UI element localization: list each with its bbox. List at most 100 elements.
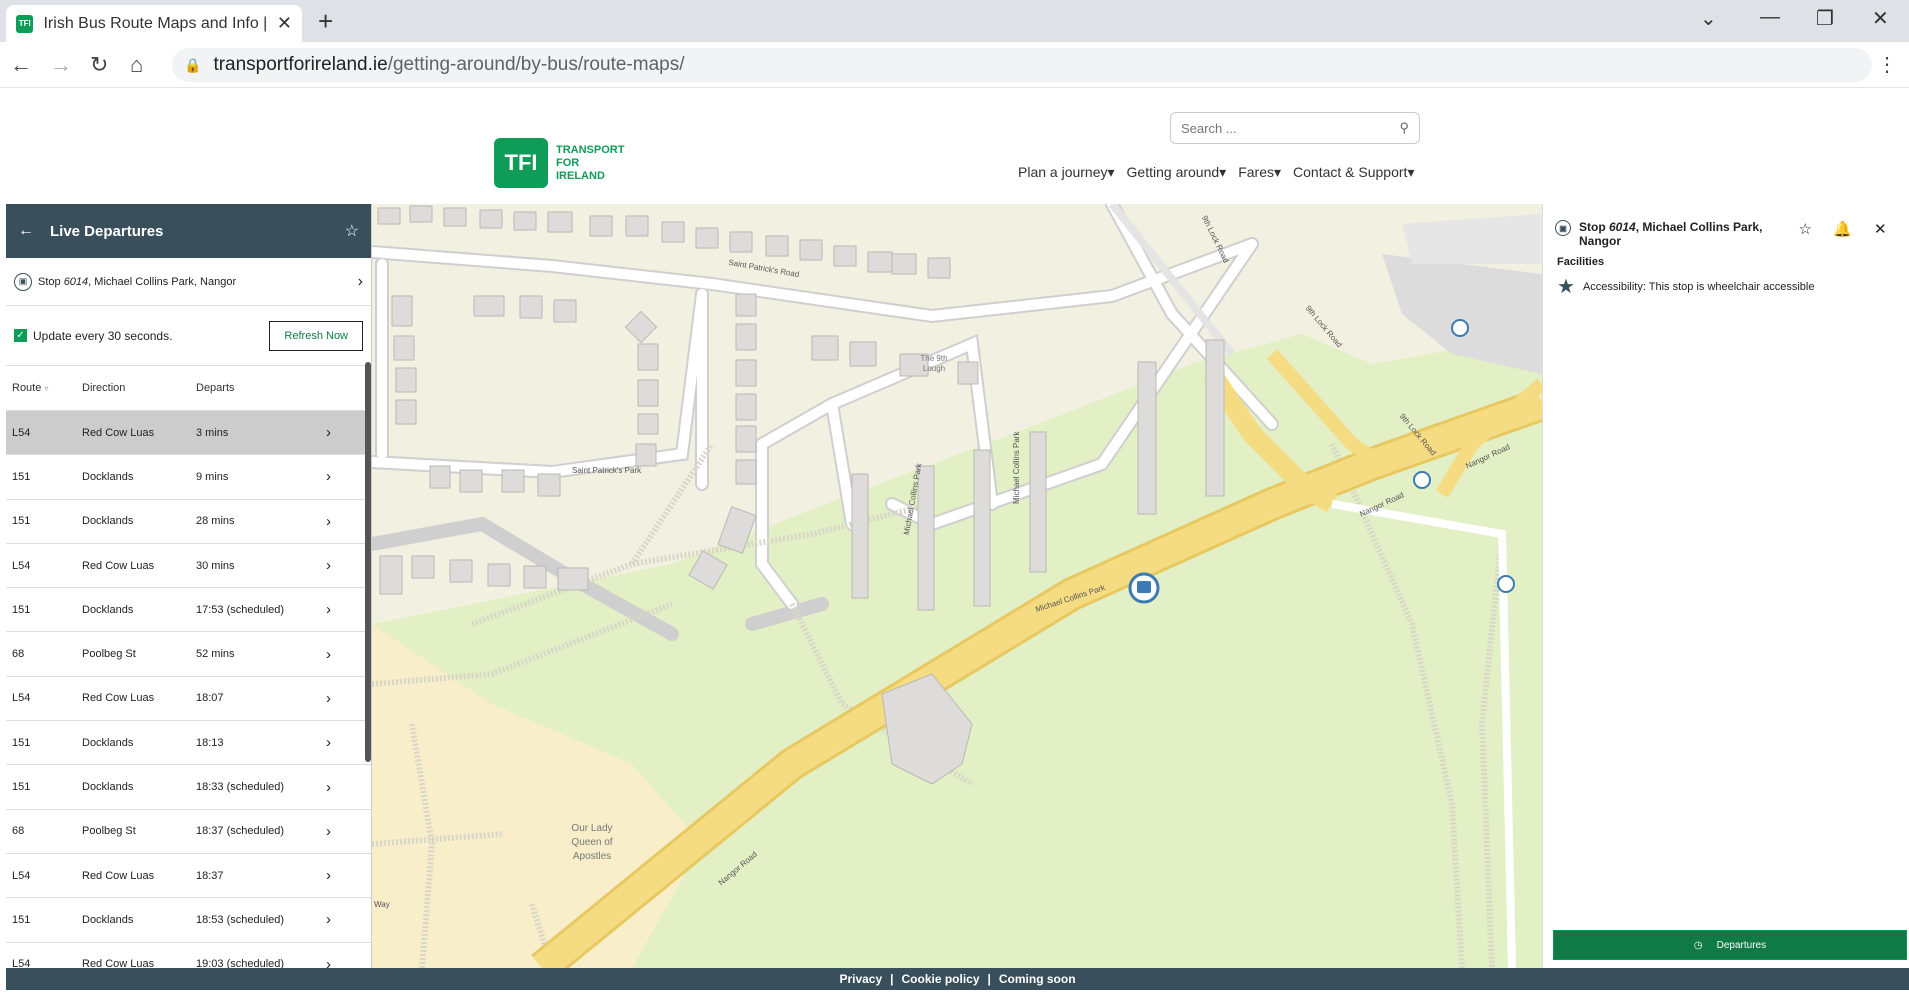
close-tab-icon[interactable]: ✕	[277, 13, 292, 34]
bell-icon[interactable]: 🔔	[1824, 220, 1862, 238]
nav-fares[interactable]: Fares▾	[1238, 164, 1281, 181]
departure-row[interactable]: 151 Docklands 18:33 (scheduled) ›	[6, 765, 371, 810]
departure-row[interactable]: 151 Docklands 18:53 (scheduled) ›	[6, 898, 371, 943]
facilities-heading: Facilities	[1557, 256, 1605, 268]
stop-name: , Michael Collins Park, Nangor	[88, 275, 237, 288]
search-icon[interactable]: ⚲	[1399, 120, 1409, 136]
nav-plan-journey[interactable]: Plan a journey▾	[1018, 164, 1115, 181]
stop-details-header: ▣ Stop 6014, Michael Collins Park, Nango…	[1543, 204, 1909, 256]
back-arrow-icon[interactable]: ←	[18, 222, 34, 240]
departure-direction: Docklands	[82, 736, 134, 749]
departure-row[interactable]: L54 Red Cow Luas 18:07 ›	[6, 677, 371, 722]
favourite-star-icon[interactable]: ☆	[345, 221, 359, 241]
cookie-policy-link[interactable]: Cookie policy	[902, 972, 980, 986]
tab-search-chevron-icon[interactable]: ⌄	[1700, 6, 1717, 31]
departure-direction: Red Cow Luas	[82, 869, 155, 882]
departure-route: L54	[12, 426, 31, 439]
privacy-link[interactable]: Privacy	[839, 972, 882, 986]
logo-line-1: TRANSPORT	[556, 143, 625, 156]
departures-list: L54 Red Cow Luas 3 mins › 151 Docklands 9 mins…	[6, 411, 371, 968]
departure-time: 9 mins	[196, 470, 229, 483]
close-icon[interactable]: ✕	[1861, 220, 1899, 238]
favourite-star-icon[interactable]: ☆	[1786, 220, 1824, 238]
departure-row[interactable]: 151 Docklands 9 mins ›	[6, 455, 371, 500]
departure-time: 3 mins	[196, 426, 229, 439]
departure-row[interactable]: 151 Docklands 17:53 (scheduled) ›	[6, 588, 371, 633]
departures-button[interactable]: ◷ Departures	[1553, 930, 1907, 960]
chevron-right-icon: ›	[326, 424, 331, 442]
logo-line-3: IRELAND	[556, 169, 605, 182]
browser-tab[interactable]: TFI Irish Bus Route Maps and Info | T ✕	[6, 5, 302, 42]
nav-getting-around[interactable]: Getting around▾	[1127, 164, 1227, 181]
departure-time: 18:33 (scheduled)	[196, 781, 285, 794]
departure-direction: Red Cow Luas	[82, 426, 155, 439]
departure-route: 68	[12, 825, 25, 838]
stop-title-prefix: Stop	[1579, 220, 1609, 234]
map-canvas	[372, 204, 1542, 968]
live-departures-header: ← Live Departures ☆	[6, 204, 371, 258]
departure-direction: Red Cow Luas	[82, 559, 155, 572]
departure-time: 18:53 (scheduled)	[196, 913, 285, 926]
departure-time: 18:37 (scheduled)	[196, 825, 285, 838]
address-bar-row: ← → ↻ ⌂ 🔒 transportforireland.ie/getting…	[0, 42, 1909, 88]
url-field[interactable]: 🔒 transportforireland.ie/getting-around/…	[172, 48, 1872, 82]
departure-direction: Red Cow Luas	[82, 692, 155, 705]
refresh-now-button[interactable]: Refresh Now	[269, 320, 363, 351]
minimize-icon[interactable]: —	[1760, 6, 1780, 29]
departure-row[interactable]: 68 Poolbeg St 18:37 (scheduled) ›	[6, 810, 371, 854]
route-column-header[interactable]: Route ▿	[6, 382, 82, 394]
accessibility-star-icon: ★	[1557, 276, 1575, 298]
stop-selector[interactable]: ▣ Stop 6014, Michael Collins Park, Nango…	[6, 258, 371, 306]
departure-direction: Poolbeg St	[82, 648, 136, 661]
map-label-saint-patricks-park: Saint Patrick's Park	[572, 466, 642, 475]
departures-scrollbar[interactable]	[365, 362, 371, 762]
departure-route: L54	[12, 869, 31, 882]
site-header: TFI TRANSPORT FOR IRELAND ⚲ Plan a journ…	[0, 88, 1909, 204]
departure-row[interactable]: L54 Red Cow Luas 19:03 (scheduled) ›	[6, 943, 371, 968]
coming-soon-link[interactable]: Coming soon	[999, 972, 1076, 986]
new-tab-icon[interactable]: +	[318, 6, 333, 37]
departure-route: L54	[12, 692, 31, 705]
tfi-logo[interactable]: TFI TRANSPORT FOR IRELAND	[494, 138, 624, 188]
search-input[interactable]	[1181, 120, 1400, 136]
departure-time: 52 mins	[196, 648, 235, 661]
url-host: transportforireland.ie	[213, 54, 388, 75]
back-arrow-icon[interactable]: ←	[10, 52, 32, 78]
browser-tab-bar: TFI Irish Bus Route Maps and Info | T ✕ …	[0, 0, 1909, 42]
departure-row[interactable]: L54 Red Cow Luas 18:37 ›	[6, 854, 371, 899]
tfi-logo-mark: TFI	[494, 138, 548, 188]
departure-time: 18:37	[196, 869, 224, 882]
departure-row[interactable]: 68 Poolbeg St 52 mins ›	[6, 632, 371, 677]
departure-row[interactable]: 151 Docklands 28 mins ›	[6, 500, 371, 544]
departure-route: 151	[12, 913, 31, 926]
auto-update-row: ✓ Update every 30 seconds. Refresh Now	[6, 306, 371, 366]
reload-icon[interactable]: ↻	[90, 52, 108, 78]
chevron-right-icon: ›	[326, 734, 331, 752]
departure-direction: Red Cow Luas	[82, 958, 155, 968]
home-icon[interactable]: ⌂	[130, 52, 143, 78]
departure-time: 19:03 (scheduled)	[196, 958, 285, 968]
browser-menu-icon[interactable]: ⋮	[1877, 52, 1897, 77]
departure-row[interactable]: 151 Docklands 18:13 ›	[6, 721, 371, 766]
departure-route: 151	[12, 470, 31, 483]
departure-row[interactable]: L54 Red Cow Luas 30 mins ›	[6, 544, 371, 589]
map-label-way: Way	[374, 900, 390, 909]
departure-time: 17:53 (scheduled)	[196, 603, 285, 616]
chevron-right-icon: ›	[326, 911, 331, 929]
forward-arrow-icon[interactable]: →	[50, 52, 72, 78]
restore-icon[interactable]: ❐	[1816, 6, 1834, 31]
route-map[interactable]: Saint Patrick's Road Saint Patrick's Par…	[372, 204, 1542, 968]
departure-route: 151	[12, 781, 31, 794]
departure-direction: Docklands	[82, 603, 134, 616]
update-checkbox[interactable]: ✓	[14, 329, 27, 342]
logo-line-2: FOR	[556, 156, 580, 169]
stop-prefix: Stop	[38, 275, 64, 288]
chevron-right-icon: ›	[326, 468, 331, 486]
nav-contact-support[interactable]: Contact & Support▾	[1293, 164, 1414, 181]
window-close-icon[interactable]: ✕	[1872, 6, 1889, 31]
chevron-right-icon: ›	[357, 272, 363, 290]
departure-direction: Docklands	[82, 781, 134, 794]
departure-direction: Docklands	[82, 913, 134, 926]
departure-row[interactable]: L54 Red Cow Luas 3 mins ›	[6, 411, 371, 456]
chevron-right-icon: ›	[326, 645, 331, 663]
